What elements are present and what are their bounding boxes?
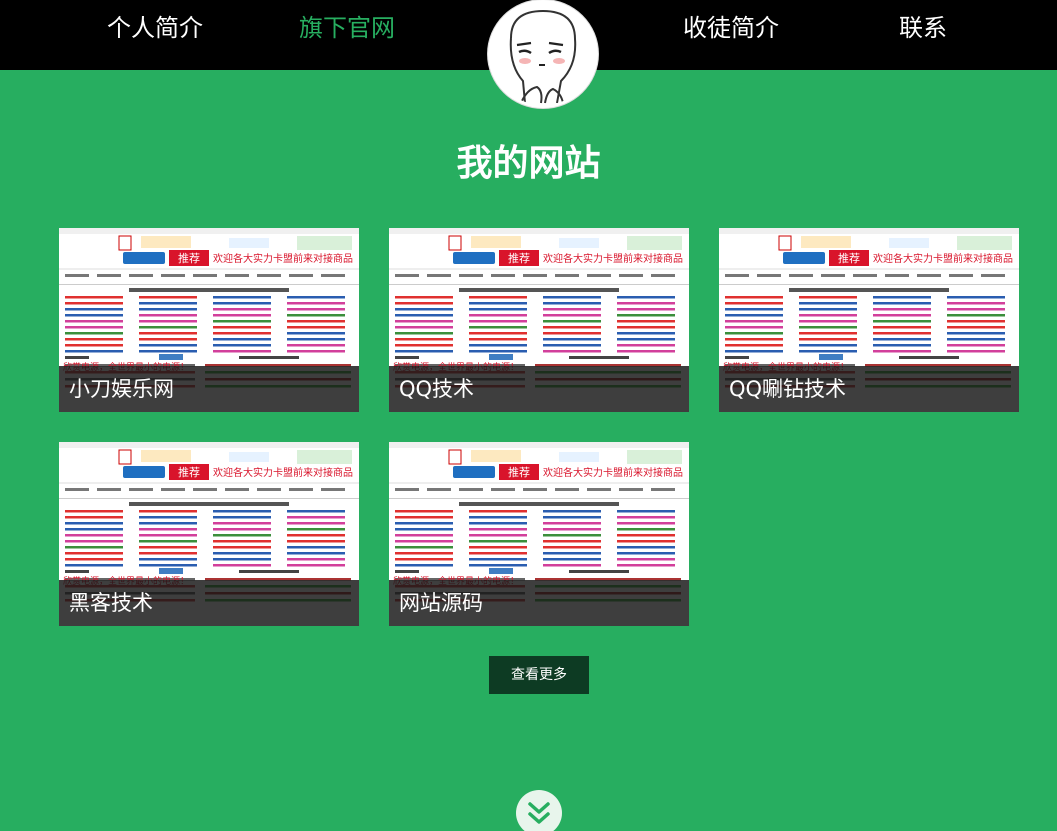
svg-text:推荐: 推荐 <box>178 465 200 479</box>
double-chevron-down-icon <box>528 802 550 824</box>
site-card-label: QQ技术 <box>389 366 689 412</box>
svg-text:欢迎各大实力卡盟前来对接商品: 欢迎各大实力卡盟前来对接商品 <box>213 466 353 479</box>
site-card[interactable]: 推荐欢迎各大实力卡盟前来对接商品欣赏电源，全世界最小的电源！ 小刀娱乐网 <box>59 228 359 412</box>
site-card[interactable]: 推荐欢迎各大实力卡盟前来对接商品欣赏电源，全世界最小的电源！ QQ唰钻技术 <box>719 228 1019 412</box>
site-card[interactable]: 推荐欢迎各大实力卡盟前来对接商品欣赏电源，全世界最小的电源！ 黑客技术 <box>59 442 359 626</box>
svg-text:推荐: 推荐 <box>838 251 860 265</box>
nav-item-apprentice[interactable]: 收徒简介 <box>661 12 801 44</box>
nav-item-profile[interactable]: 个人简介 <box>85 12 225 44</box>
site-card-label: 小刀娱乐网 <box>59 366 359 412</box>
avatar <box>488 0 598 108</box>
avatar-face-icon <box>491 3 595 105</box>
scroll-down-button[interactable] <box>516 790 562 831</box>
svg-text:欢迎各大实力卡盟前来对接商品: 欢迎各大实力卡盟前来对接商品 <box>543 252 683 265</box>
site-card-label: 网站源码 <box>389 580 689 626</box>
site-card-label: 黑客技术 <box>59 580 359 626</box>
site-card-label: QQ唰钻技术 <box>719 366 1019 412</box>
svg-text:欢迎各大实力卡盟前来对接商品: 欢迎各大实力卡盟前来对接商品 <box>873 252 1013 265</box>
view-more-button[interactable]: 查看更多 <box>489 656 589 694</box>
svg-text:欢迎各大实力卡盟前来对接商品: 欢迎各大实力卡盟前来对接商品 <box>543 466 683 479</box>
section-title: 我的网站 <box>456 143 601 184</box>
svg-text:推荐: 推荐 <box>508 465 530 479</box>
svg-text:推荐: 推荐 <box>178 251 200 265</box>
site-card[interactable]: 推荐欢迎各大实力卡盟前来对接商品欣赏电源，全世界最小的电源！ QQ技术 <box>389 228 689 412</box>
nav-item-sites[interactable]: 旗下官网 <box>277 12 417 44</box>
svg-text:欢迎各大实力卡盟前来对接商品: 欢迎各大实力卡盟前来对接商品 <box>213 252 353 265</box>
svg-text:推荐: 推荐 <box>508 251 530 265</box>
nav-item-contact[interactable]: 联系 <box>853 12 993 44</box>
site-card[interactable]: 推荐欢迎各大实力卡盟前来对接商品欣赏电源，全世界最小的电源！ 网站源码 <box>389 442 689 626</box>
